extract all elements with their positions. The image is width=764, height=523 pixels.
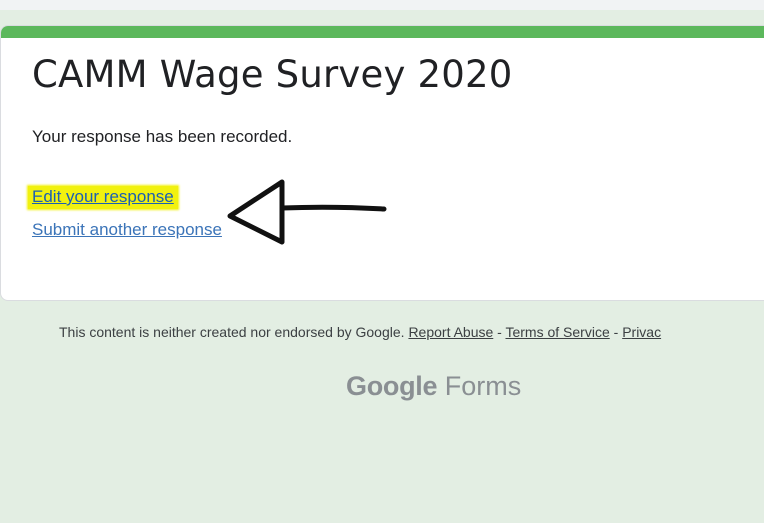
form-title: CAMM Wage Survey 2020	[32, 53, 513, 96]
footer-separator: -	[613, 324, 619, 340]
privacy-link[interactable]: Privac	[622, 324, 661, 340]
card-accent-bar	[1, 26, 764, 38]
google-wordmark: Google	[346, 371, 438, 401]
edit-response-link[interactable]: Edit your response	[28, 186, 178, 209]
disclaimer-text: This content is neither created nor endo…	[59, 324, 405, 340]
google-forms-logo[interactable]: Google Forms	[346, 371, 521, 402]
footer-separator: -	[497, 324, 502, 340]
footer-disclaimer: This content is neither created nor endo…	[59, 324, 661, 340]
submit-another-response-link[interactable]: Submit another response	[32, 220, 222, 240]
forms-wordmark: Forms	[444, 371, 522, 401]
browser-top-strip	[0, 0, 764, 10]
hand-drawn-arrow-icon	[227, 179, 387, 245]
terms-of-service-link[interactable]: Terms of Service	[505, 324, 609, 340]
report-abuse-link[interactable]: Report Abuse	[408, 324, 493, 340]
confirmation-message: Your response has been recorded.	[32, 127, 293, 146]
